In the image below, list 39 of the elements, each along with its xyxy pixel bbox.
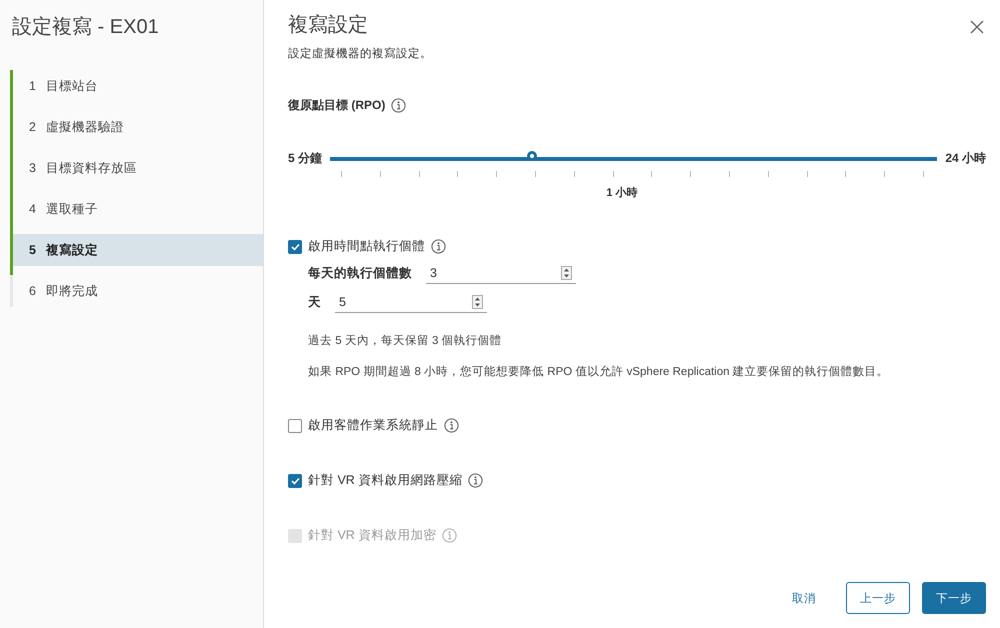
check-icon	[290, 476, 300, 484]
slider-min-label: 5 分鐘	[288, 150, 322, 167]
info-icon[interactable]	[431, 239, 446, 254]
checkbox-label: 針對 VR 資料啟用加密	[308, 527, 436, 544]
wizard-step[interactable]: 3 目標資料存放區	[13, 152, 263, 184]
page-description: 設定虛擬機器的複寫設定。	[288, 46, 433, 61]
back-button[interactable]: 上一步	[846, 582, 910, 614]
rpo-label: 復原點目標 (RPO)	[288, 97, 386, 114]
spinner-icon[interactable]	[472, 295, 483, 309]
tick-label: 1 小時	[606, 186, 638, 200]
wizard-step[interactable]: 4 選取種子	[13, 193, 263, 225]
info-icon[interactable]	[391, 98, 406, 113]
close-icon[interactable]	[970, 20, 984, 34]
slider-max-label: 24 小時	[945, 150, 986, 167]
checkbox-label: 針對 VR 資料啟用網路壓縮	[308, 472, 462, 489]
page-title: 複寫設定	[288, 13, 368, 38]
help-text: 如果 RPO 期間超過 8 小時，您可能想要降低 RPO 值以允許 vSphere Replication 建立要保留的執行個體數目。	[308, 364, 890, 379]
info-icon[interactable]	[468, 473, 484, 488]
checkbox[interactable]	[288, 240, 302, 254]
wizard-step[interactable]: 6 即將完成	[13, 275, 263, 307]
next-button[interactable]: 下一步	[922, 582, 986, 614]
wizard-step[interactable]: 2 虛擬機器驗證	[13, 111, 263, 143]
help-text: 過去 5 天內，每天保留 3 個執行個體	[308, 334, 503, 348]
spinner-icon[interactable]	[561, 266, 572, 280]
checkbox-label: 啟用時間點執行個體	[308, 238, 425, 255]
checkbox[interactable]	[288, 418, 302, 432]
wizard-title: 設定複寫 - EX01	[12, 15, 160, 40]
checkbox-label: 啟用客體作業系統靜止	[308, 417, 438, 434]
info-icon[interactable]	[444, 418, 459, 433]
number-input[interactable]: 5	[335, 292, 487, 313]
number-input[interactable]: 3	[426, 263, 576, 284]
slider-thumb[interactable]	[527, 150, 538, 160]
cancel-button[interactable]: 取消	[774, 582, 834, 614]
checkbox[interactable]	[288, 474, 302, 488]
field-label: 天	[308, 294, 321, 311]
field-label: 每天的執行個體數	[308, 265, 412, 282]
wizard-step[interactable]: 1 目標站台	[13, 70, 263, 102]
wizard-step[interactable]: 5 複寫設定	[13, 234, 263, 266]
check-icon	[290, 242, 300, 250]
